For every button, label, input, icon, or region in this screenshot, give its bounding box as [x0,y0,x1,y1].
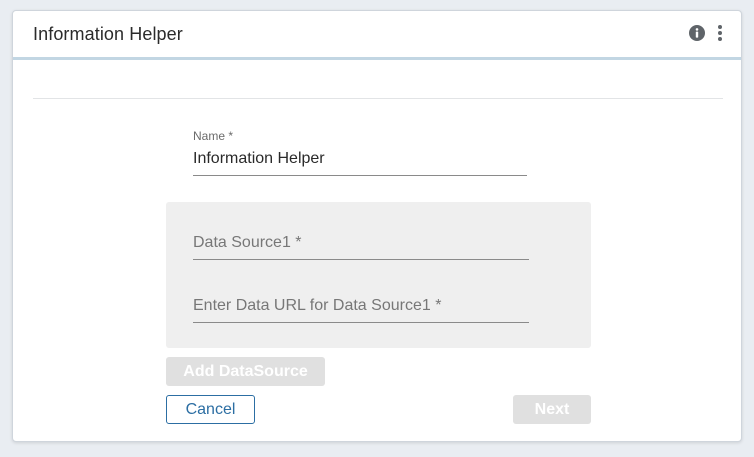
section-divider [33,98,723,99]
card-header: Information Helper [13,11,741,60]
data-source-name-underline [193,259,529,260]
info-circle-icon[interactable] [689,25,705,41]
card-title: Information Helper [33,24,183,44]
data-source-name-input[interactable]: Data Source1 * [193,234,302,252]
vertical-ellipsis-icon[interactable] [713,24,727,42]
data-source-url-input[interactable]: Enter Data URL for Data Source1 * [193,297,441,315]
name-field-label: Name * [193,129,234,143]
information-helper-card: Information Helper Name * Information He… [12,10,742,442]
data-source-panel: Data Source1 * Enter Data URL for Data S… [166,202,591,348]
data-source-url-underline [193,322,529,323]
name-input[interactable]: Information Helper [193,150,325,168]
name-input-underline [193,175,527,176]
cancel-button[interactable]: Cancel [166,395,255,424]
next-button[interactable]: Next [513,395,591,424]
add-datasource-button[interactable]: Add DataSource [166,357,325,386]
